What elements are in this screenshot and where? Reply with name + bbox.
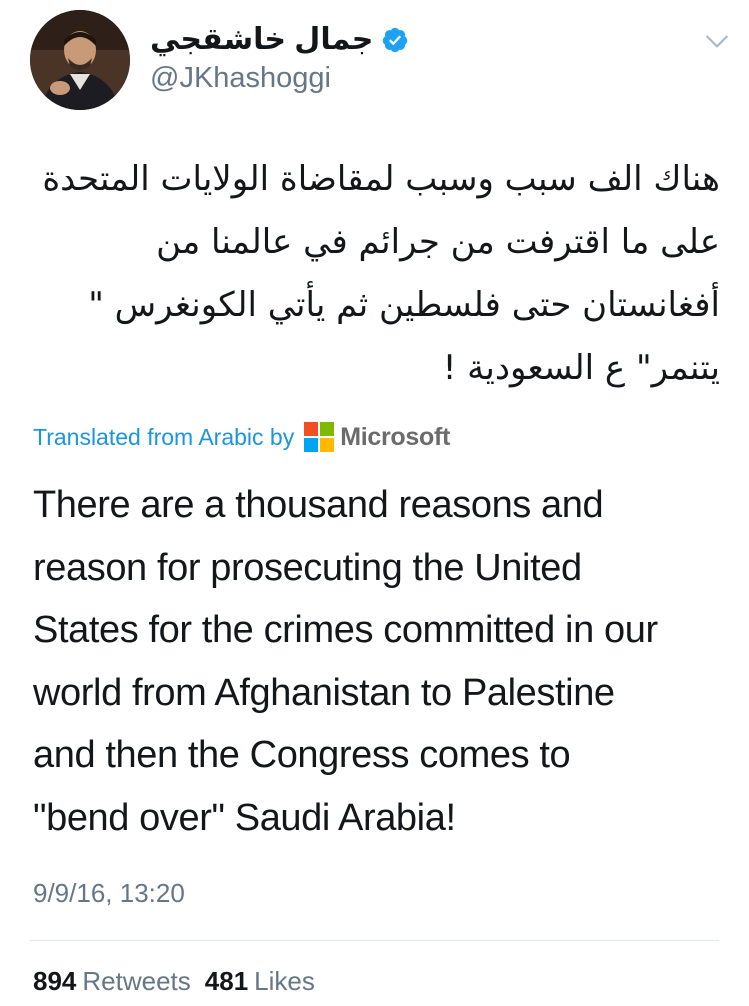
retweets-label: Retweets <box>82 966 191 996</box>
english-line: and then the Congress comes to <box>33 734 571 776</box>
tweet-text-translation: There are a thousand reasons and reason … <box>33 474 723 849</box>
tweet-text-arabic: هناك الف سبب وسبب لمقاضاة الولايات المتح… <box>30 148 720 400</box>
divider <box>30 940 719 941</box>
verified-badge-icon <box>383 27 408 52</box>
author-name-row: جمال خاشقجي <box>150 22 409 57</box>
author-handle[interactable]: @JKhashoggi <box>150 62 331 95</box>
likes-count: 481 <box>204 966 249 996</box>
arabic-line: يتنمر" ع السعودية ! <box>442 348 720 388</box>
translation-label[interactable]: Translated from Arabic by <box>33 424 294 451</box>
translation-provider: Microsoft <box>340 422 451 451</box>
tweet-stats: 894 Retweets 481 Likes <box>33 966 329 997</box>
chevron-down-icon[interactable] <box>704 28 730 54</box>
avatar[interactable] <box>30 10 130 110</box>
english-line: world from Afghanistan to Palestine <box>33 671 615 714</box>
profile-photo <box>30 10 130 110</box>
english-line: "bend over" Saudi Arabia! <box>33 796 456 839</box>
english-line: reason for prosecuting the United <box>33 546 582 589</box>
likes-label: Likes <box>254 966 315 996</box>
likes-stat[interactable]: 481 Likes <box>205 966 315 997</box>
arabic-line: أفغانستان حتى فلسطين ثم يأتي الكونغرس " <box>88 285 720 325</box>
english-line: States for the crimes committed in our <box>33 609 658 651</box>
english-line: There are a thousand reasons and <box>33 484 604 526</box>
translation-attribution[interactable]: Translated from Arabic by Microsoft <box>33 420 450 454</box>
arabic-line: هناك الف سبب وسبب لمقاضاة الولايات المتح… <box>42 159 720 199</box>
tweet-timestamp[interactable]: 9/9/16, 13:20 <box>33 878 185 909</box>
tweet-header: جمال خاشقجي @JKhashoggi <box>30 10 730 110</box>
retweets-count: 894 <box>33 966 77 996</box>
arabic-line: على ما اقترفت من جرائم في عالمنا من <box>156 222 720 262</box>
display-name[interactable]: جمال خاشقجي <box>150 22 373 57</box>
microsoft-logo-icon <box>304 422 335 452</box>
retweets-stat[interactable]: 894 Retweets <box>33 966 191 997</box>
